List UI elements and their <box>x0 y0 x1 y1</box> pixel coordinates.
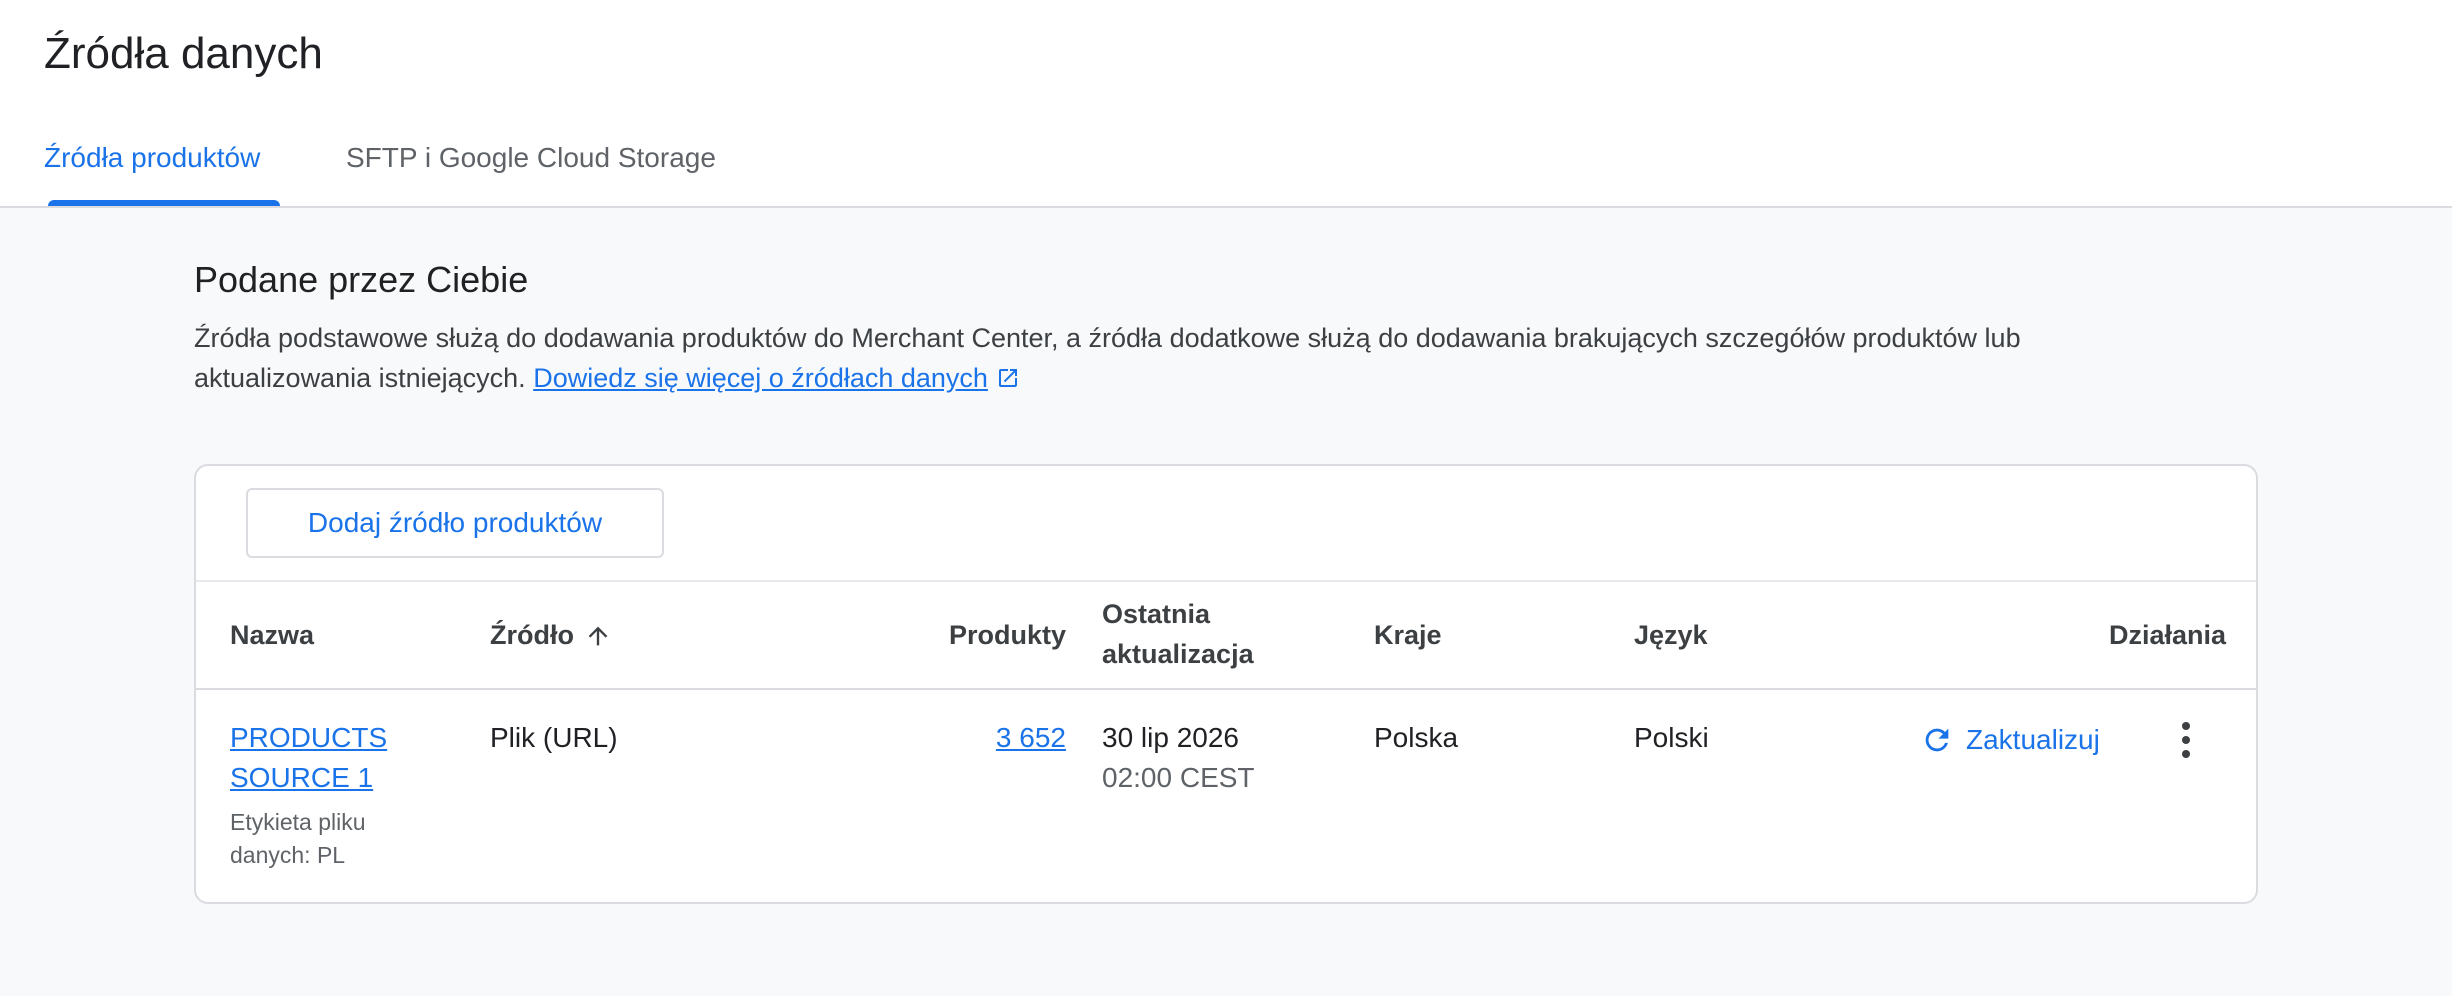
header-source-label: Źródło <box>490 620 574 650</box>
table-row: PRODUCTS SOURCE 1 Etykieta pliku danych:… <box>196 688 2256 902</box>
active-tab-indicator <box>48 200 280 206</box>
add-product-source-button[interactable]: Dodaj źródło produktów <box>246 488 664 558</box>
section-description: Źródła podstawowe służą do dodawania pro… <box>194 318 2294 401</box>
sort-arrow-up-icon[interactable] <box>584 621 612 649</box>
header-last-update-line2: aktualizacja <box>1102 639 1254 669</box>
page-header: Źródła danych Źródła produktów SFTP i Go… <box>0 0 2452 208</box>
header-name[interactable]: Nazwa <box>230 615 314 655</box>
products-count-cell: 3 652 <box>796 718 1066 758</box>
header-language[interactable]: Język <box>1634 615 1708 655</box>
source-name-line2[interactable]: SOURCE 1 <box>230 762 373 793</box>
last-update-time: 02:00 CEST <box>1102 762 1255 793</box>
last-update-cell: 30 lip 2026 02:00 CEST <box>1102 718 1255 798</box>
language-cell: Polski <box>1634 722 1709 753</box>
table-header: Nazwa Źródło Produkty Ostatnia aktualiza… <box>196 580 2256 690</box>
countries-cell: Polska <box>1374 722 1459 753</box>
tab-product-sources[interactable]: Źródła produktów <box>44 138 260 178</box>
update-label[interactable]: Zaktualizuj <box>1966 724 2100 756</box>
external-link-icon[interactable] <box>996 361 1020 401</box>
header-source[interactable]: Źródło <box>490 615 612 655</box>
source-name-line1[interactable]: PRODUCTS <box>230 722 387 753</box>
tab-sftp-gcs[interactable]: SFTP i Google Cloud Storage <box>346 138 716 178</box>
header-actions: Działania <box>2108 620 2226 650</box>
refresh-icon <box>1920 723 1954 757</box>
update-button[interactable]: Zaktualizuj <box>1920 718 2100 762</box>
last-update-date: 30 lip 2026 <box>1102 722 1240 753</box>
description-line-1: Źródła podstawowe służą do dodawania pro… <box>194 323 2021 353</box>
header-last-update[interactable]: Ostatnia aktualizacja <box>1102 594 1254 674</box>
page-title: Źródła danych <box>44 29 323 78</box>
more-vert-icon[interactable] <box>2166 718 2206 762</box>
feed-label-line2: danych: PL <box>230 842 346 868</box>
source-name-cell: PRODUCTS SOURCE 1 Etykieta pliku danych:… <box>230 718 387 872</box>
header-last-update-line1: Ostatnia <box>1102 599 1211 629</box>
description-line-2: aktualizowania istniejących. <box>194 363 526 393</box>
header-countries[interactable]: Kraje <box>1374 615 1442 655</box>
source-type-cell: Plik (URL) <box>490 722 618 753</box>
source-name-link[interactable]: PRODUCTS SOURCE 1 <box>230 722 387 793</box>
header-products[interactable]: Produkty <box>796 615 1066 655</box>
products-count-link[interactable]: 3 652 <box>996 722 1066 753</box>
section-title: Podane przez Ciebie <box>194 259 529 300</box>
feed-label-line1: Etykieta pliku <box>230 809 366 835</box>
feed-label: Etykieta pliku danych: PL <box>230 806 387 872</box>
learn-more-link[interactable]: Dowiedz się więcej o źródłach danych <box>533 363 988 393</box>
data-sources-card: Dodaj źródło produktów Nazwa Źródło Prod… <box>194 464 2258 904</box>
